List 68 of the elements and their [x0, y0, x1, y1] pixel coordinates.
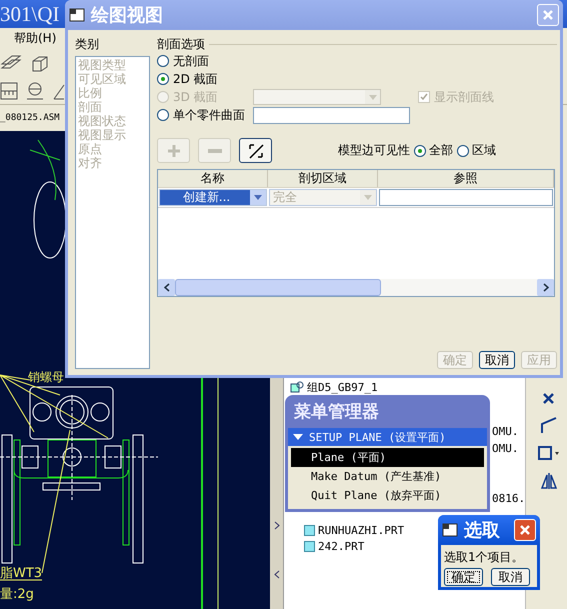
mirror-icon[interactable]: [540, 472, 558, 490]
tree-item[interactable]: RUNHUAZHI.PRT: [318, 524, 404, 536]
diagonal-arrows-icon: [248, 142, 264, 158]
line-icon[interactable]: [540, 416, 558, 434]
radio-button[interactable]: [457, 144, 469, 156]
dialog-title: 选取: [464, 519, 501, 542]
category-label: 类别: [75, 36, 100, 53]
flip-button[interactable]: [239, 138, 272, 163]
square-icon[interactable]: [538, 446, 560, 460]
caret-icon: [364, 195, 372, 200]
part-icon: [304, 540, 315, 552]
ruler-icon[interactable]: [0, 80, 18, 100]
menu-item[interactable]: Make Datum (产生基准): [291, 467, 484, 486]
plus-icon: [168, 144, 180, 156]
caret-icon: [368, 94, 376, 100]
message-text: 选取1个项目。: [443, 549, 525, 566]
circle-ruler-icon[interactable]: [26, 80, 44, 100]
menu-item[interactable]: Plane (平面): [291, 448, 484, 467]
chevron-left-icon[interactable]: [164, 283, 170, 292]
group-title: 剖面选项: [157, 36, 205, 52]
tree-item[interactable]: 组D5_GB97_1: [307, 380, 378, 394]
option-label: 区域: [472, 142, 496, 159]
close-icon: [542, 9, 554, 21]
edge-visibility-label: 模型边可见性: [338, 142, 410, 159]
tree-item[interactable]: OMU.: [492, 424, 518, 438]
expanded-triangle-icon: [293, 434, 303, 440]
radio-button[interactable]: [157, 73, 169, 85]
radio-button[interactable]: [414, 144, 426, 156]
option-label: 单个零件曲面: [173, 106, 245, 124]
column-header: 剖切区域: [268, 170, 378, 187]
tree-item[interactable]: 0816.: [492, 492, 526, 504]
radio-button[interactable]: [157, 55, 169, 67]
input-field[interactable]: [253, 106, 410, 124]
dialog-title: 绘图视图: [91, 4, 164, 27]
option-label: 无剖面: [173, 52, 209, 70]
menu-item[interactable]: Quit Plane (放弃平面): [291, 486, 484, 505]
close-button[interactable]: [514, 519, 536, 541]
minus-icon: [208, 148, 222, 152]
file-name: _080125.ASM: [0, 113, 60, 123]
menu-manager-title: 菜单管理器: [293, 401, 380, 424]
dialog-button[interactable]: 取消: [479, 351, 515, 369]
assembly-icon: [290, 381, 304, 393]
caret-icon: [254, 195, 262, 200]
chevron-right-icon[interactable]: [542, 283, 548, 292]
checkbox-label: 显示剖面线: [434, 88, 494, 106]
name-dropdown[interactable]: 创建新...: [159, 189, 267, 206]
close-icon: [519, 524, 531, 536]
horizontal-scrollbar[interactable]: [158, 279, 554, 296]
tree-item[interactable]: OMU.: [492, 442, 518, 454]
option-label: 3D 截面: [173, 88, 218, 106]
column-header: 参照: [378, 170, 554, 187]
chevron-right-icon[interactable]: [274, 521, 280, 530]
window-icon: [69, 8, 85, 22]
close-icon[interactable]: [543, 393, 554, 404]
column-header: 名称: [158, 170, 268, 187]
tree-item[interactable]: 242.PRT: [318, 540, 364, 552]
dialog-button[interactable]: 取消: [491, 568, 530, 586]
dialog-button[interactable]: 确定: [444, 568, 483, 586]
reference-field[interactable]: [379, 189, 553, 206]
chevron-left-icon[interactable]: [274, 570, 280, 579]
window-icon: [442, 523, 458, 537]
part-icon: [304, 524, 315, 536]
box-icon[interactable]: [30, 54, 50, 74]
option-label: 全部: [429, 142, 453, 159]
option-label: 2D 截面: [173, 70, 218, 88]
radio-button[interactable]: [157, 109, 169, 121]
menu-section-header[interactable]: SETUP PLANE (设置平面): [288, 428, 487, 446]
menu-item[interactable]: 帮助(H): [14, 30, 56, 46]
